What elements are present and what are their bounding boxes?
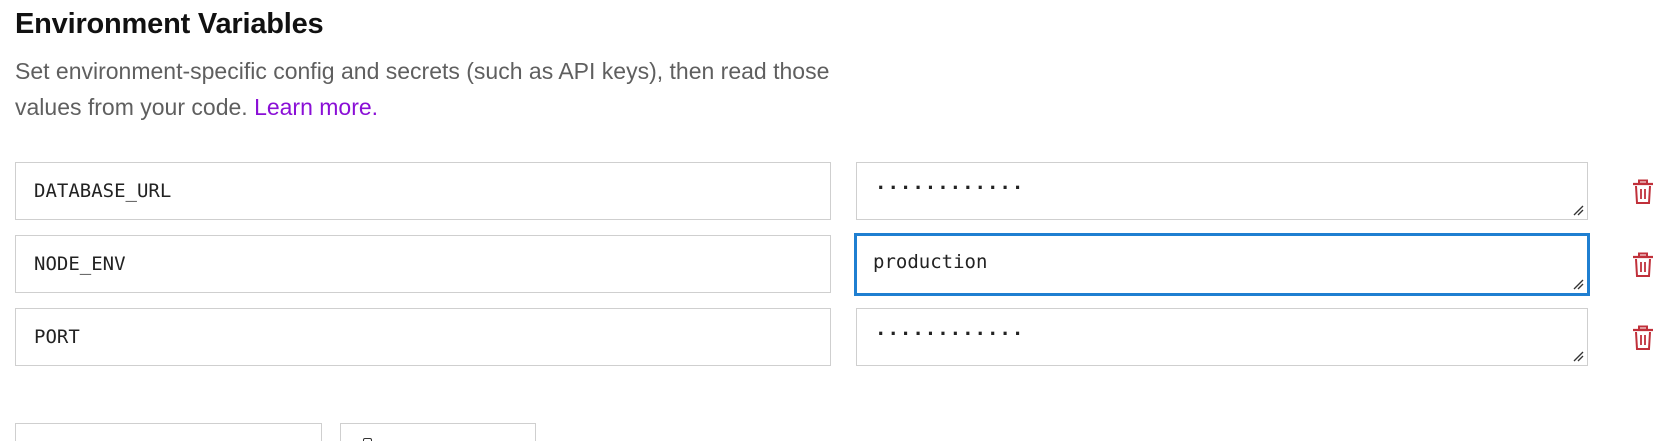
new-env-key-input[interactable] (15, 423, 322, 441)
env-key-value: DATABASE_URL (34, 180, 172, 202)
env-var-row: DATABASE_URL ············ (15, 162, 1665, 222)
env-value-masked: ············ (875, 323, 1025, 345)
environment-variables-panel: Environment Variables Set environment-sp… (0, 0, 1676, 441)
learn-more-link[interactable]: Learn more. (254, 94, 378, 120)
env-key-input[interactable]: NODE_ENV (15, 235, 831, 293)
env-key-value: NODE_ENV (34, 253, 126, 275)
trash-icon[interactable] (1632, 179, 1654, 205)
env-key-input[interactable]: DATABASE_URL (15, 162, 831, 220)
env-value-input[interactable]: ············ (856, 308, 1588, 366)
env-var-row: NODE_ENV production (15, 233, 1665, 296)
env-value-text: production (873, 251, 988, 273)
resize-handle-icon[interactable] (1572, 204, 1584, 216)
env-key-value: PORT (34, 326, 80, 348)
trash-icon[interactable] (1632, 252, 1654, 278)
resize-handle-icon[interactable] (1572, 350, 1584, 362)
description: Set environment-specific config and secr… (15, 53, 875, 125)
env-value-masked: ············ (875, 177, 1025, 199)
trash-icon[interactable] (1632, 325, 1654, 351)
add-from-file-button[interactable] (340, 423, 536, 441)
page-title: Environment Variables (15, 8, 324, 40)
env-value-input[interactable]: ············ (856, 162, 1588, 220)
env-key-input[interactable]: PORT (15, 308, 831, 366)
env-value-input-focused[interactable]: production (854, 233, 1590, 296)
resize-handle-icon[interactable] (1572, 278, 1584, 290)
env-var-row: PORT ············ (15, 308, 1665, 368)
description-text: Set environment-specific config and secr… (15, 58, 830, 120)
